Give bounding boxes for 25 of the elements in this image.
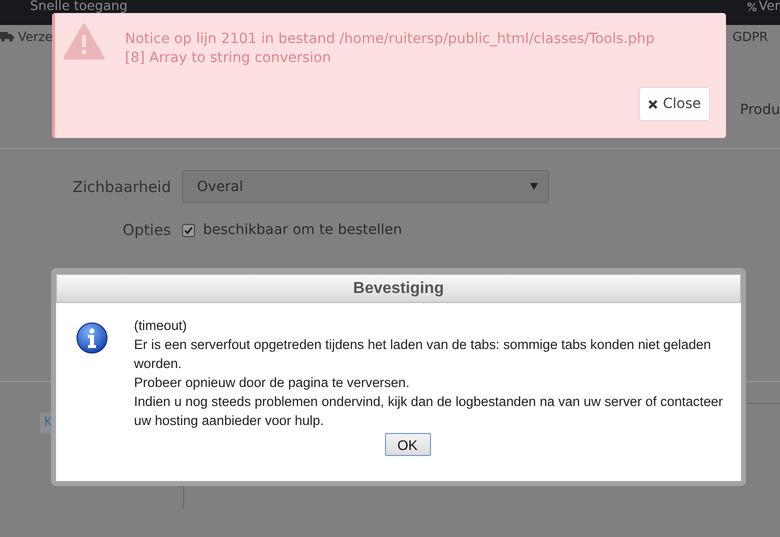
truck-icon — [0, 30, 14, 42]
warning-icon — [63, 23, 105, 60]
nav-link[interactable]: GDPR — [732, 28, 768, 44]
dialog-message: (timeout) — [134, 317, 188, 335]
info-icon — [76, 322, 108, 354]
checkbox[interactable] — [182, 224, 195, 236]
quick-access-menu[interactable]: Snelle toegang — [30, 1, 128, 13]
checkbox-label: beschikbaar om te bestellen — [203, 222, 402, 238]
caret-icon — [530, 183, 538, 190]
visibility-select[interactable]: Overal — [182, 170, 549, 203]
field-label: Opties — [122, 221, 171, 239]
notice-text: [8] Array to string conversion — [125, 49, 332, 68]
field-label: Zichbaarheid — [72, 178, 171, 196]
dialog-message: Indien u nog steeds problemen ondervind, kijk dan de logbestanden na van uw server of contacteer uw hosting aanbieder voor hulp. — [134, 393, 724, 430]
close-icon — [648, 98, 658, 110]
ok-button[interactable]: OK — [384, 433, 430, 456]
top-bar-link[interactable]: Ver — [758, 1, 780, 13]
dialog-title: Bevestiging — [56, 274, 741, 303]
tab[interactable]: Produ — [740, 102, 780, 118]
nav-link[interactable]: Verze — [18, 28, 53, 44]
percent-icon — [746, 2, 757, 12]
dialog-message: Probeer opnieuw door de pagina te verversen. — [134, 374, 410, 392]
close-button[interactable]: Close — [639, 87, 710, 121]
notice-text: Notice op lijn 2101 in bestand /home/ruitersp/public_html/classes/Tools.php — [125, 30, 655, 49]
dialog-message: Er is een serverfout opgetreden tijdens het laden van de tabs: sommige tabs konden niet geladen worden. — [134, 336, 712, 373]
